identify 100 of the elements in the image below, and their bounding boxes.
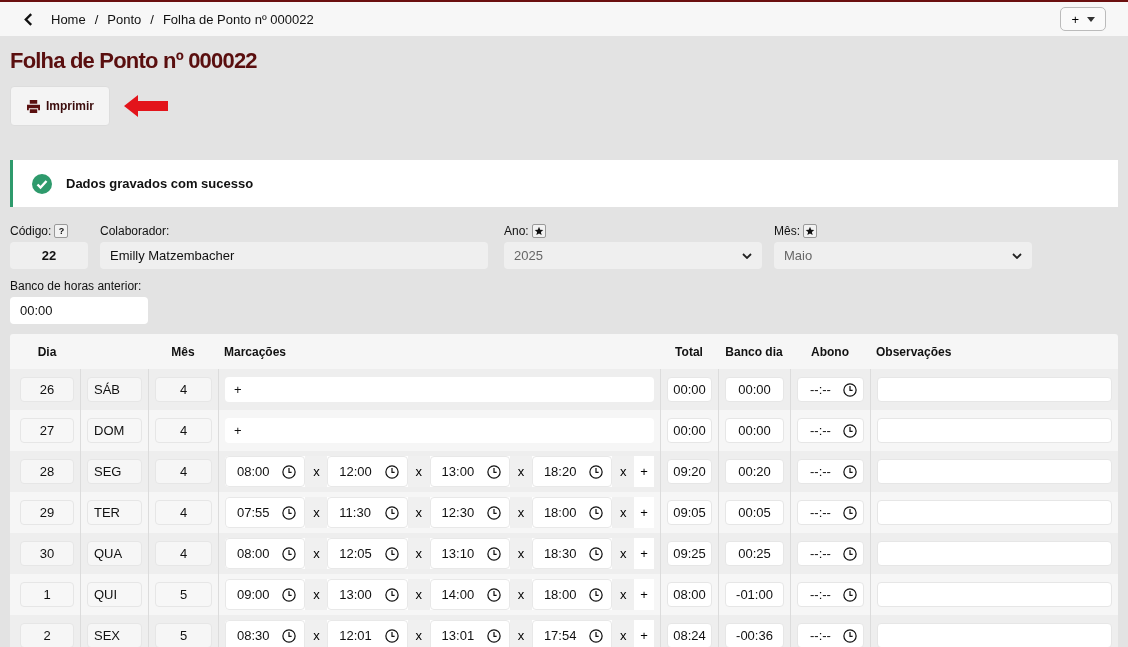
- notes-field[interactable]: [877, 418, 1112, 443]
- breadcrumb-link[interactable]: Ponto: [107, 11, 142, 27]
- notes-field[interactable]: [877, 377, 1112, 402]
- page-title: Folha de Ponto nº 000022: [10, 47, 258, 73]
- day-balance-cell: 00:25: [725, 541, 784, 566]
- month-cell: 4: [155, 459, 212, 484]
- check-circle-icon: [32, 173, 52, 194]
- notes-field[interactable]: [877, 623, 1112, 647]
- column-header: Observações: [876, 344, 952, 359]
- remove-mark-button[interactable]: x: [510, 497, 532, 528]
- time-field[interactable]: 08:00: [225, 538, 306, 569]
- breadcrumb-separator: /: [150, 11, 154, 27]
- column-header: Marcações: [224, 344, 287, 359]
- column-header: Abono: [811, 344, 849, 359]
- breadcrumb-separator: /: [94, 11, 99, 27]
- clock-icon: [843, 587, 857, 602]
- clock-icon: [282, 505, 297, 520]
- clock-icon: [384, 546, 399, 561]
- print-button[interactable]: Imprimir: [10, 86, 110, 126]
- add-mark-field[interactable]: +: [225, 418, 654, 443]
- clock-icon: [487, 464, 502, 479]
- total-cell: 09:20: [667, 459, 712, 484]
- clock-icon: [384, 505, 399, 520]
- remove-mark-button[interactable]: x: [305, 538, 328, 569]
- time-field[interactable]: 09:00: [225, 579, 306, 610]
- month-cell: 4: [155, 377, 212, 402]
- time-field[interactable]: 08:00: [225, 456, 306, 487]
- time-field[interactable]: 08:30: [225, 620, 306, 647]
- time-field[interactable]: 14:00: [429, 579, 511, 610]
- remove-mark-button[interactable]: x: [612, 579, 635, 610]
- remove-mark-button[interactable]: x: [612, 456, 635, 487]
- day-cell: 27: [20, 418, 74, 443]
- month-cell: 4: [155, 500, 212, 525]
- time-field[interactable]: 11:30: [327, 497, 408, 528]
- allowance-time-field[interactable]: --:--: [797, 623, 864, 647]
- remove-mark-button[interactable]: x: [305, 456, 328, 487]
- day-balance-cell: 00:00: [725, 418, 784, 443]
- time-field[interactable]: 12:30: [429, 497, 511, 528]
- allowance-time-field[interactable]: --:--: [797, 582, 864, 607]
- back-chevron-icon[interactable]: [24, 12, 33, 26]
- weekday-cell: SEX: [87, 623, 142, 647]
- remove-mark-button[interactable]: x: [510, 456, 532, 487]
- remove-mark-button[interactable]: x: [305, 620, 328, 647]
- time-field[interactable]: 17:54: [531, 620, 613, 647]
- time-field[interactable]: 18:30: [531, 538, 613, 569]
- clock-icon: [282, 587, 297, 602]
- clock-icon: [487, 505, 502, 520]
- month-select[interactable]: Maio: [774, 242, 1032, 269]
- time-field[interactable]: 12:01: [327, 620, 408, 647]
- allowance-time-field[interactable]: --:--: [797, 377, 864, 402]
- allowance-time-field[interactable]: --:--: [797, 418, 864, 443]
- remove-mark-button[interactable]: x: [407, 538, 430, 569]
- remove-mark-button[interactable]: x: [407, 579, 430, 610]
- time-field[interactable]: 13:01: [429, 620, 511, 647]
- add-mark-field[interactable]: +: [225, 377, 654, 402]
- notes-field[interactable]: [877, 500, 1112, 525]
- column-header: Dia: [37, 344, 57, 359]
- clock-icon: [589, 546, 604, 561]
- help-badge[interactable]: ?: [54, 224, 69, 238]
- time-field[interactable]: 13:00: [429, 456, 511, 487]
- clock-icon: [843, 505, 857, 520]
- remove-mark-button[interactable]: x: [407, 456, 430, 487]
- clock-icon: [843, 464, 857, 479]
- add-dropdown-button[interactable]: +: [1060, 7, 1106, 31]
- remove-mark-button[interactable]: x: [305, 579, 328, 610]
- remove-mark-button[interactable]: x: [510, 620, 532, 647]
- time-field[interactable]: 13:10: [429, 538, 511, 569]
- time-field[interactable]: 12:00: [327, 456, 408, 487]
- balance-field[interactable]: 00:00: [10, 297, 148, 324]
- remove-mark-button[interactable]: x: [612, 538, 635, 569]
- time-field[interactable]: 18:20: [531, 456, 613, 487]
- remove-mark-button[interactable]: x: [407, 497, 430, 528]
- printer-icon: [26, 99, 41, 113]
- time-field[interactable]: 13:00: [327, 579, 408, 610]
- allowance-time-field[interactable]: --:--: [797, 459, 864, 484]
- year-select[interactable]: 2025: [504, 242, 762, 269]
- day-cell: 29: [20, 500, 74, 525]
- clock-icon: [282, 464, 297, 479]
- day-balance-cell: -00:36: [725, 623, 784, 647]
- notes-field[interactable]: [877, 582, 1112, 607]
- time-field[interactable]: 18:00: [531, 497, 613, 528]
- weekday-cell: DOM: [87, 418, 142, 443]
- remove-mark-button[interactable]: x: [612, 497, 635, 528]
- breadcrumb-link[interactable]: Home: [51, 11, 86, 27]
- time-field[interactable]: 07:55: [225, 497, 306, 528]
- notes-field[interactable]: [877, 459, 1112, 484]
- remove-mark-button[interactable]: x: [407, 620, 430, 647]
- remove-mark-button[interactable]: x: [510, 579, 532, 610]
- time-field[interactable]: 12:05: [327, 538, 408, 569]
- remove-mark-button[interactable]: x: [612, 620, 635, 647]
- remove-mark-button[interactable]: x: [305, 497, 328, 528]
- notes-field[interactable]: [877, 541, 1112, 566]
- alert-message: Dados gravados com sucesso: [66, 176, 254, 191]
- allowance-time-field[interactable]: --:--: [797, 500, 864, 525]
- time-field[interactable]: 18:00: [531, 579, 613, 610]
- total-cell: 08:24: [667, 623, 712, 647]
- allowance-time-field[interactable]: --:--: [797, 541, 864, 566]
- remove-mark-button[interactable]: x: [510, 538, 532, 569]
- day-cell: 30: [20, 541, 74, 566]
- code-field: 22: [10, 242, 88, 269]
